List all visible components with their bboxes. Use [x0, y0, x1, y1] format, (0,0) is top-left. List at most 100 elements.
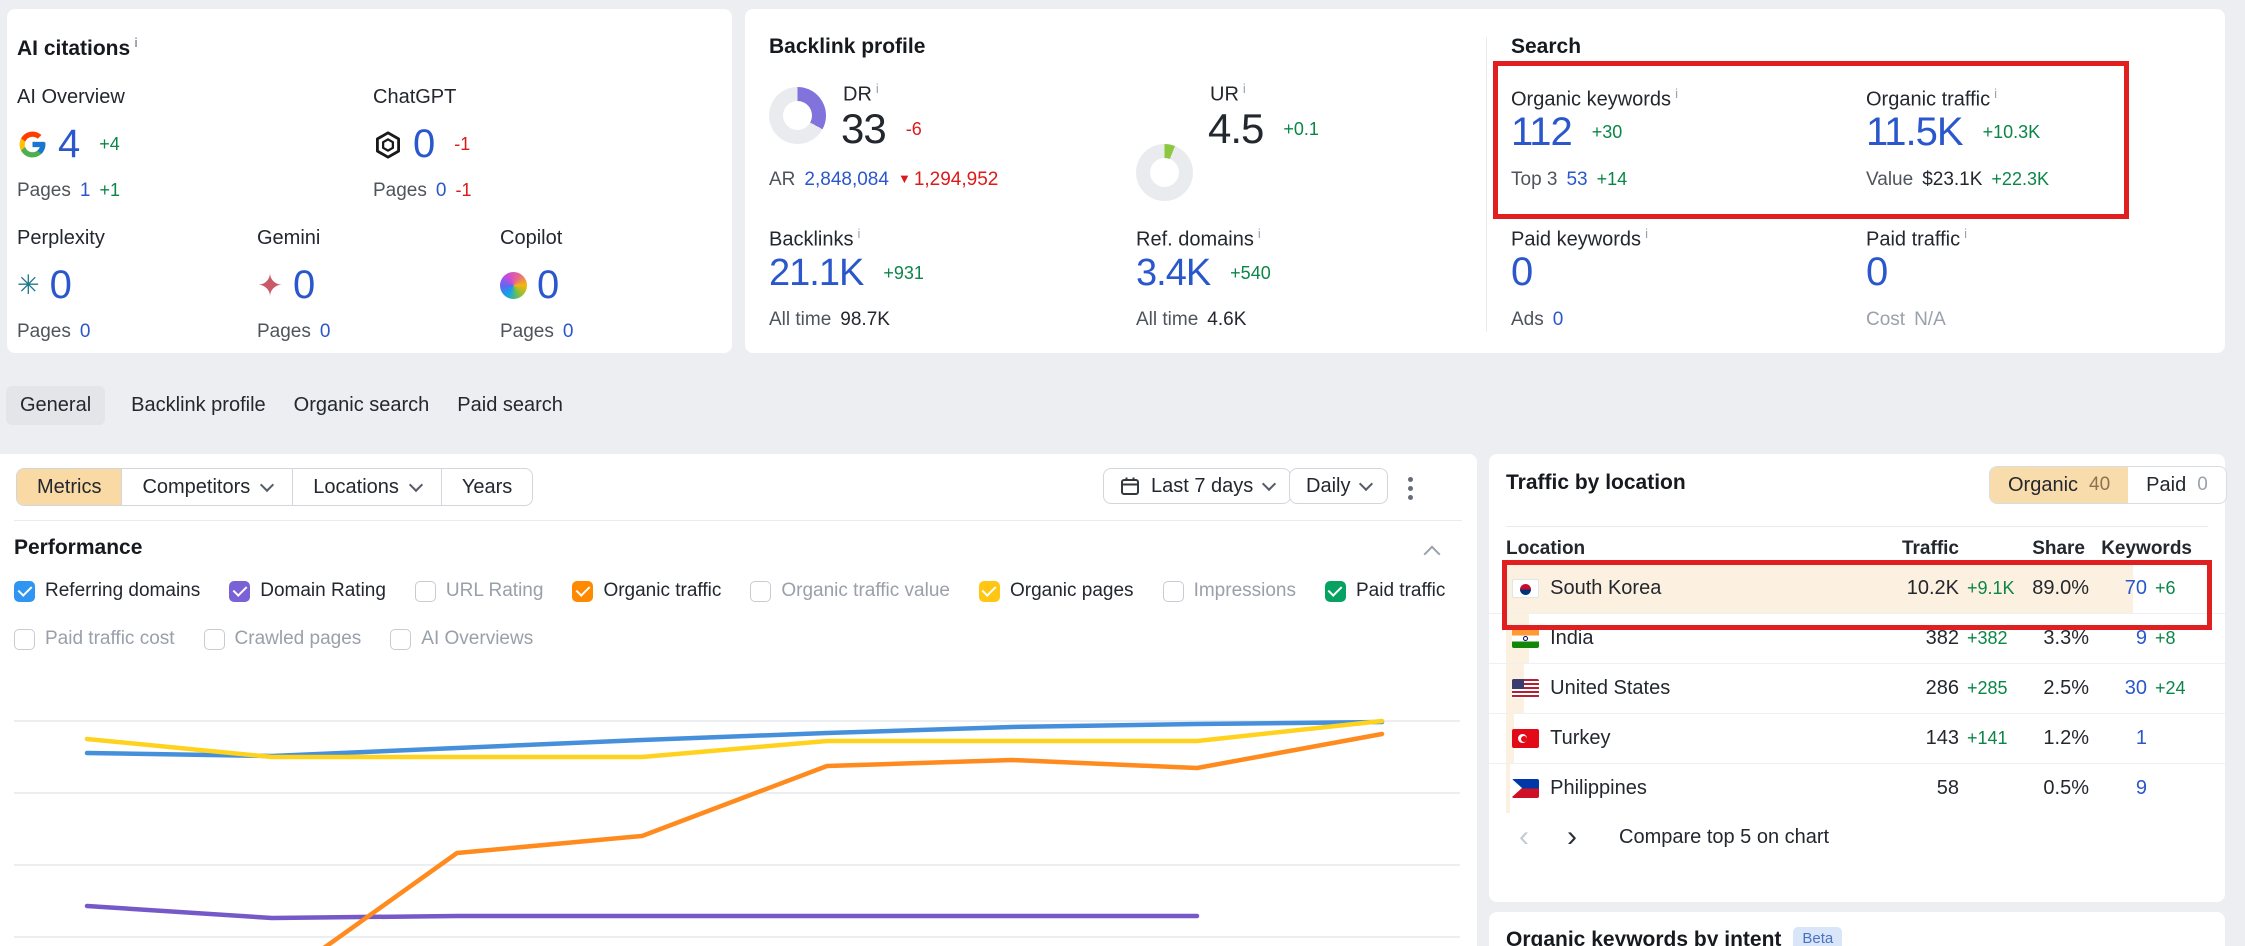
checkbox-ai-overviews[interactable]: AI Overviews	[390, 628, 533, 650]
tab-general[interactable]: General	[6, 386, 105, 425]
info-icon[interactable]	[1994, 86, 1997, 101]
metric-checkbox-row: Referring domains Domain Rating URL Rati…	[14, 580, 1445, 602]
checkbox-referring-domains[interactable]: Referring domains	[14, 580, 200, 602]
table-row-united-states[interactable]: United States 286 +285 2.5% 30 +24	[1489, 664, 2225, 714]
backlink-profile-title: Backlink profile	[769, 35, 925, 59]
metric-checkbox-row: Paid traffic cost Crawled pages AI Overv…	[14, 628, 533, 650]
keywords-cell[interactable]: 9	[2136, 764, 2147, 813]
location-cell: Turkey	[1512, 714, 1611, 763]
backlinks-value[interactable]: 21.1K	[769, 252, 863, 295]
checkbox-crawled-pages[interactable]: Crawled pages	[204, 628, 362, 650]
ai-citations-change: -1	[454, 134, 470, 155]
ai-citation-gemini: Gemini ✦ 0 Pages 0	[257, 227, 330, 343]
ai-citation-perplexity: Perplexity ✳ 0 Pages 0	[17, 227, 105, 343]
checkbox-paid-traffic[interactable]: Paid traffic	[1325, 580, 1445, 602]
keywords-by-intent-panel: Organic keywords by intent Beta	[1489, 912, 2225, 946]
pages-value[interactable]: 0	[563, 321, 574, 343]
info-icon[interactable]	[876, 81, 879, 96]
dr-change: -6	[906, 119, 922, 140]
years-filter-button[interactable]: Years	[441, 469, 532, 505]
info-icon[interactable]	[857, 226, 860, 241]
ref-domains-value[interactable]: 3.4K	[1136, 252, 1210, 295]
pages-value[interactable]: 0	[436, 180, 447, 202]
ar-value[interactable]: 2,848,084	[804, 169, 889, 191]
dr-label: DR	[843, 81, 879, 107]
paid-keywords-value[interactable]: 0	[1511, 250, 1532, 295]
organic-keywords-value[interactable]: 112	[1511, 110, 1572, 155]
info-icon[interactable]	[1964, 226, 1967, 241]
table-row-india[interactable]: India 382 +382 3.3% 9 +8	[1489, 614, 2225, 664]
checkbox-paid-traffic-cost[interactable]: Paid traffic cost	[14, 628, 175, 650]
date-range-button[interactable]: Last 7 days	[1103, 468, 1291, 504]
pages-value[interactable]: 1	[80, 180, 91, 202]
traffic-cell: 10.2K	[1907, 564, 1959, 613]
toggle-paid[interactable]: Paid 0	[2128, 467, 2226, 503]
paid-keywords-value-row: 0	[1511, 250, 1532, 295]
organic-traffic-value[interactable]: 11.5K	[1866, 110, 1963, 155]
checkbox-impressions[interactable]: Impressions	[1163, 580, 1296, 602]
chevron-down-icon	[409, 478, 423, 492]
table-row-philippines[interactable]: Philippines 58 0.5% 9	[1489, 764, 2225, 813]
checkbox-organic-pages[interactable]: Organic pages	[979, 580, 1134, 602]
traffic-cell: 382	[1926, 614, 1959, 663]
compare-top5-link[interactable]: Compare top 5 on chart	[1619, 826, 1829, 849]
toggle-organic[interactable]: Organic 40	[1990, 467, 2128, 503]
perplexity-icon: ✳	[17, 272, 40, 299]
competitors-filter-button[interactable]: Competitors	[121, 469, 292, 505]
share-cell: 2.5%	[2043, 664, 2089, 713]
performance-chart[interactable]	[0, 454, 1477, 946]
backlink-search-panel: Backlink profile DR 33 -6 AR 2,848,084 1…	[745, 9, 2225, 353]
location-cell: United States	[1512, 664, 1670, 713]
checkbox-domain-rating[interactable]: Domain Rating	[229, 580, 386, 602]
tab-backlink-profile[interactable]: Backlink profile	[129, 386, 268, 425]
more-options-button[interactable]	[1404, 473, 1417, 504]
metrics-filter-button[interactable]: Metrics	[17, 469, 121, 505]
chart-filter-control: Metrics Competitors Locations Years	[16, 468, 533, 506]
ai-citations-value[interactable]: 4	[58, 122, 79, 167]
info-icon[interactable]	[134, 35, 138, 50]
checkbox-icon	[14, 629, 35, 650]
info-icon[interactable]	[1675, 86, 1678, 101]
pages-value[interactable]: 0	[80, 321, 91, 343]
granularity-button[interactable]: Daily	[1289, 468, 1388, 504]
prev-page-icon[interactable]: ‹	[1519, 822, 1529, 852]
checkbox-organic-traffic-value[interactable]: Organic traffic value	[750, 580, 950, 602]
table-row-turkey[interactable]: Turkey 143 +141 1.2% 1	[1489, 714, 2225, 764]
ads-row: Ads 0	[1511, 309, 1563, 331]
dr-donut-gauge	[769, 87, 826, 144]
next-page-icon[interactable]: ›	[1567, 822, 1577, 852]
locations-filter-button[interactable]: Locations	[292, 469, 441, 505]
ai-citations-value[interactable]: 0	[50, 263, 71, 308]
paid-traffic-value[interactable]: 0	[1866, 250, 1887, 295]
info-icon[interactable]	[1645, 226, 1648, 241]
performance-title: Performance	[14, 536, 142, 560]
ai-citations-value[interactable]: 0	[293, 263, 314, 308]
pages-value[interactable]: 0	[320, 321, 331, 343]
tab-organic-search[interactable]: Organic search	[292, 386, 432, 425]
collapse-chevron-icon[interactable]	[1424, 546, 1441, 563]
keywords-cell[interactable]: 30	[2125, 664, 2147, 713]
paid-keywords-label: Paid keywords	[1511, 226, 1648, 252]
ai-citations-value[interactable]: 0	[537, 263, 558, 308]
info-icon[interactable]	[1258, 226, 1261, 241]
table-row-south-korea[interactable]: South Korea 10.2K +9.1K 89.0% 70 +6	[1489, 564, 2225, 614]
search-title: Search	[1511, 35, 1581, 59]
checkbox-organic-traffic[interactable]: Organic traffic	[572, 580, 721, 602]
ref-domains-alltime: All time 4.6K	[1136, 309, 1246, 331]
copilot-icon	[500, 272, 527, 299]
keywords-by-intent-title: Organic keywords by intent	[1506, 928, 1781, 946]
keywords-cell[interactable]: 1	[2136, 714, 2147, 763]
beta-badge: Beta	[1793, 927, 1842, 946]
info-icon[interactable]	[1243, 81, 1246, 96]
turkey-flag-icon	[1512, 729, 1539, 748]
tab-paid-search[interactable]: Paid search	[455, 386, 565, 425]
organic-traffic-value-row: 11.5K +10.3K	[1866, 110, 2040, 155]
ai-citations-value[interactable]: 0	[413, 122, 434, 167]
keywords-cell[interactable]: 9	[2136, 614, 2147, 663]
backlinks-alltime: All time 98.7K	[769, 309, 890, 331]
checkbox-url-rating[interactable]: URL Rating	[415, 580, 544, 602]
checkbox-icon	[390, 629, 411, 650]
section-tabs: General Backlink profile Organic search …	[6, 386, 565, 425]
share-cell: 3.3%	[2043, 614, 2089, 663]
keywords-cell[interactable]: 70	[2125, 564, 2147, 613]
